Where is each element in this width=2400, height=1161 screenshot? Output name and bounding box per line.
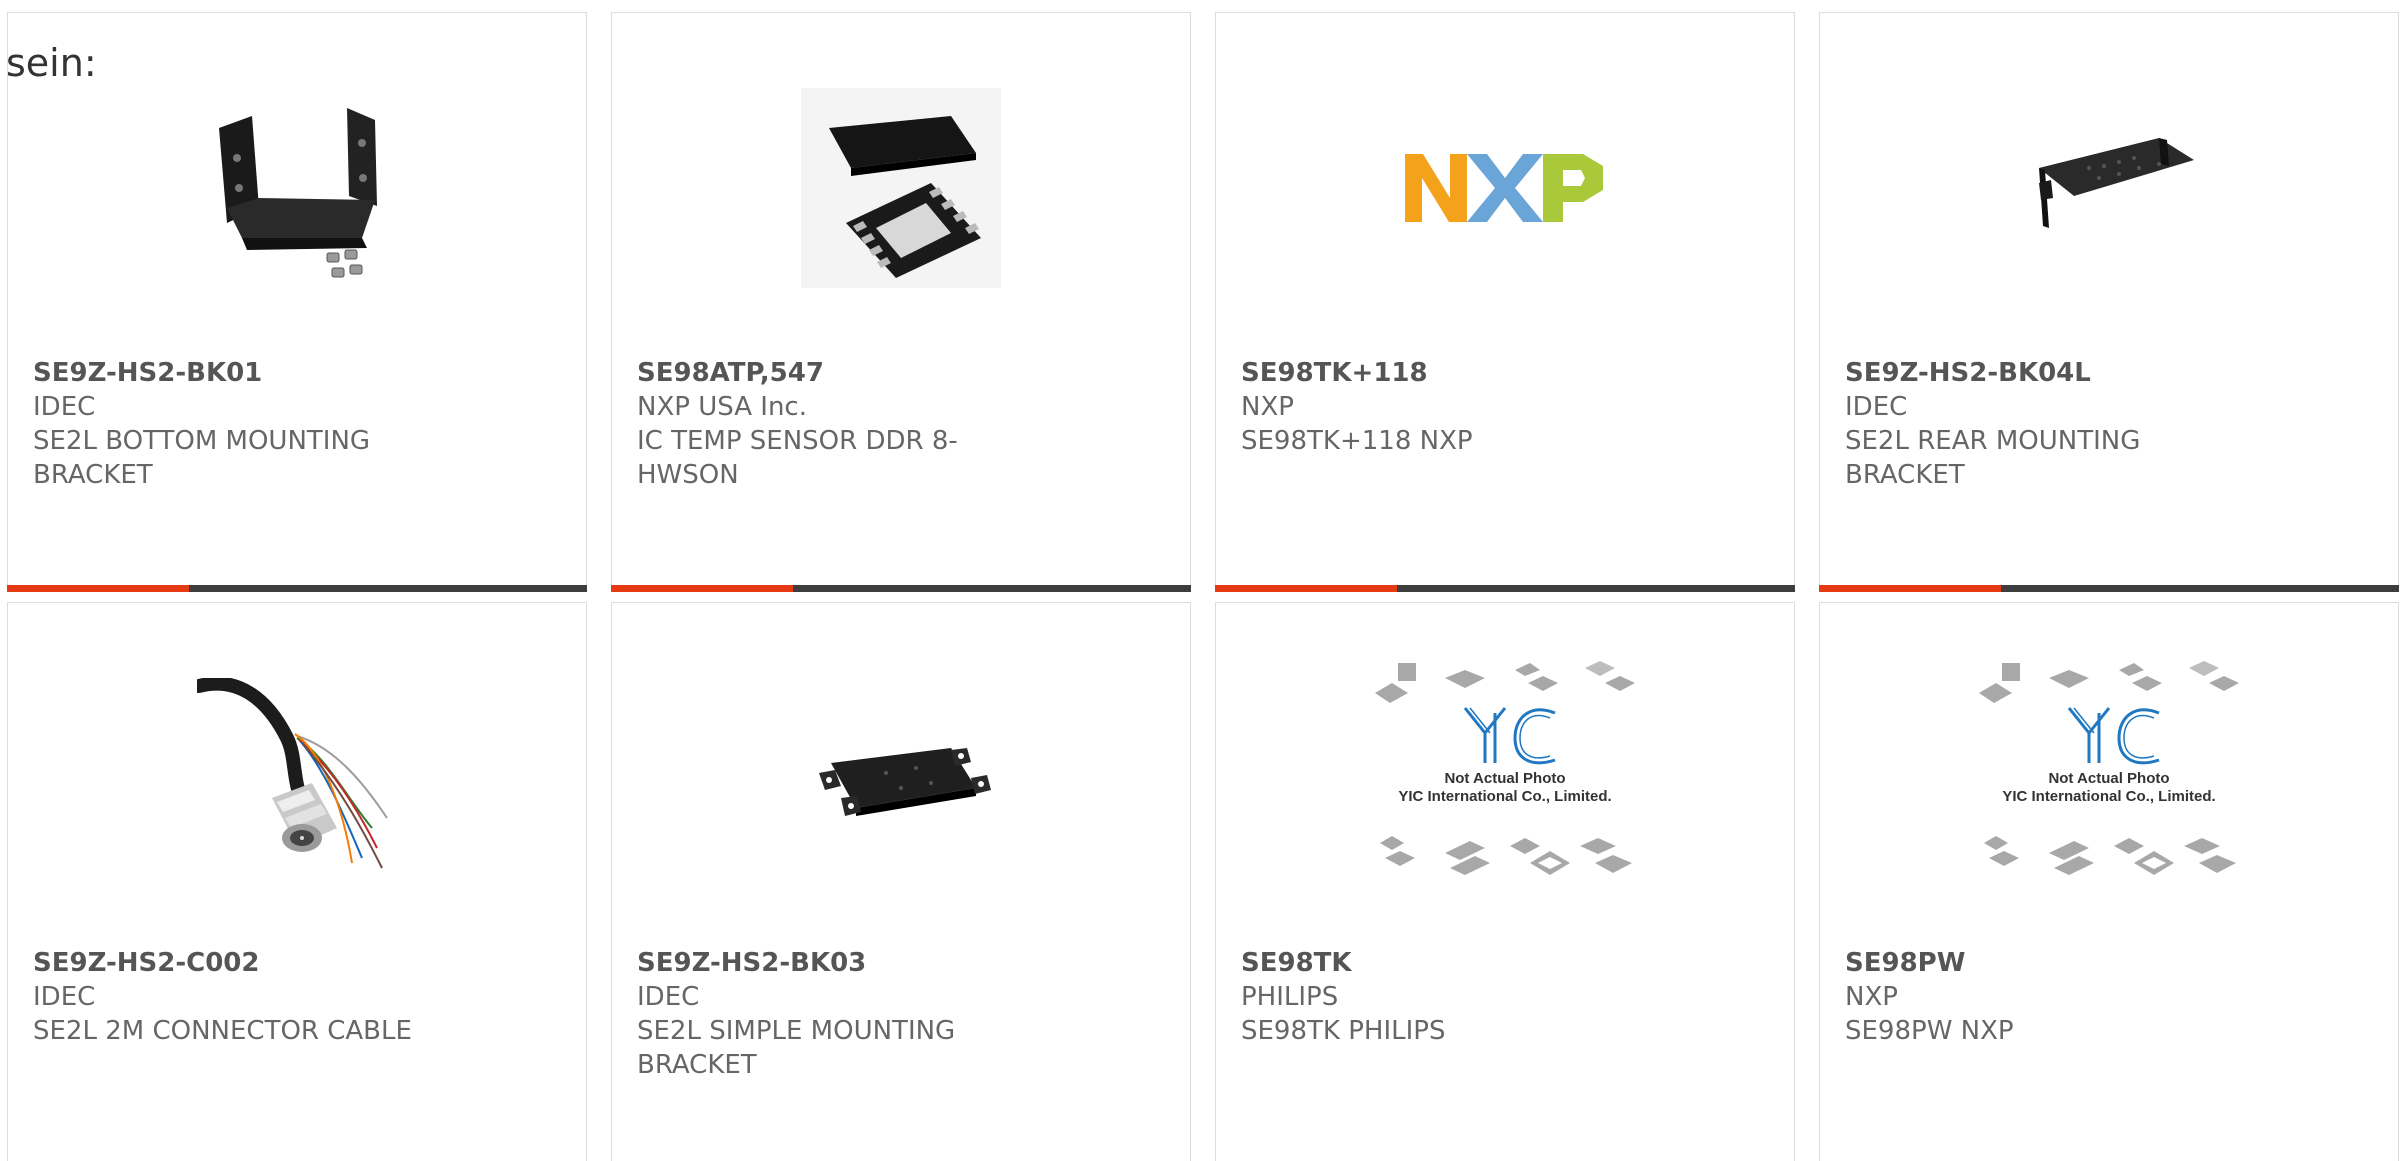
- placeholder-line-1: Not Actual Photo: [2048, 770, 2169, 787]
- description: SE98TK PHILIPS: [1241, 1016, 1446, 1046]
- product-card[interactable]: SE9Z-HS2-BK03 IDEC SE2L SIMPLE MOUNTING …: [611, 602, 1191, 1161]
- product-image[interactable]: [612, 78, 1190, 298]
- manufacturer: NXP: [1241, 392, 1294, 422]
- card-bottom-bar: [611, 585, 1191, 592]
- description: IC TEMP SENSOR DDR 8-HWSON: [637, 426, 958, 490]
- product-image[interactable]: Not Actual Photo YIC International Co., …: [1820, 658, 2398, 898]
- connector-cable-image: [197, 678, 397, 878]
- product-info: SE98TK PHILIPS SE98TK PHILIPS: [1241, 946, 1641, 1048]
- product-image[interactable]: [8, 78, 586, 298]
- bottom-mounting-bracket-image: [197, 88, 397, 288]
- product-card[interactable]: SE9Z-HS2-BK01 IDEC SE2L BOTTOM MOUNTING …: [7, 12, 587, 592]
- part-number[interactable]: SE9Z-HS2-C002: [33, 946, 433, 980]
- product-card[interactable]: Not Actual Photo YIC International Co., …: [1215, 602, 1795, 1161]
- card-bottom-bar: [7, 585, 587, 592]
- product-card[interactable]: SE9Z-HS2-C002 IDEC SE2L 2M CONNECTOR CAB…: [7, 602, 587, 1161]
- product-info: SE98PW NXP SE98PW NXP: [1845, 946, 2245, 1048]
- product-card[interactable]: SE98TK+118 NXP SE98TK+118 NXP: [1215, 12, 1795, 592]
- description: SE2L 2M CONNECTOR CABLE: [33, 1016, 412, 1046]
- card-bar-accent: [1819, 585, 2001, 592]
- product-image[interactable]: [8, 668, 586, 888]
- hwson-chip-image: [801, 88, 1001, 288]
- manufacturer: IDEC: [1845, 392, 1908, 422]
- product-info: SE9Z-HS2-BK04L IDEC SE2L REAR MOUNTING B…: [1845, 356, 2245, 492]
- manufacturer: PHILIPS: [1241, 982, 1339, 1012]
- product-card[interactable]: Not Actual Photo YIC International Co., …: [1819, 602, 2399, 1161]
- part-number[interactable]: SE9Z-HS2-BK01: [33, 356, 433, 390]
- manufacturer: IDEC: [637, 982, 700, 1012]
- simple-mounting-bracket-image: [801, 678, 1001, 878]
- page-heading: sein:: [6, 41, 97, 85]
- placeholder-line-2: YIC International Co., Limited.: [2002, 788, 2215, 805]
- product-info: SE98ATP,547 NXP USA Inc. IC TEMP SENSOR …: [637, 356, 1037, 492]
- rear-mounting-bracket-image: [2009, 88, 2209, 288]
- yic-placeholder-image: Not Actual Photo YIC International Co., …: [1974, 658, 2244, 898]
- description: SE98PW NXP: [1845, 1016, 2014, 1046]
- card-bar-accent: [7, 585, 189, 592]
- product-info: SE9Z-HS2-C002 IDEC SE2L 2M CONNECTOR CAB…: [33, 946, 433, 1048]
- description: SE2L BOTTOM MOUNTING BRACKET: [33, 426, 371, 490]
- product-card[interactable]: SE9Z-HS2-BK04L IDEC SE2L REAR MOUNTING B…: [1819, 12, 2399, 592]
- card-bar-accent: [1215, 585, 1397, 592]
- manufacturer: NXP: [1845, 982, 1898, 1012]
- manufacturer: IDEC: [33, 392, 96, 422]
- manufacturer: IDEC: [33, 982, 96, 1012]
- card-bottom-bar: [1819, 585, 2399, 592]
- card-bottom-bar: [1215, 585, 1795, 592]
- description: SE2L REAR MOUNTING BRACKET: [1845, 426, 2141, 490]
- part-number[interactable]: SE9Z-HS2-BK04L: [1845, 356, 2245, 390]
- placeholder-line-1: Not Actual Photo: [1444, 770, 1565, 787]
- product-image[interactable]: [612, 668, 1190, 888]
- part-number[interactable]: SE98TK: [1241, 946, 1641, 980]
- product-image[interactable]: [1216, 78, 1794, 298]
- yic-placeholder-image: Not Actual Photo YIC International Co., …: [1370, 658, 1640, 898]
- card-bar-accent: [611, 585, 793, 592]
- product-image[interactable]: [1820, 78, 2398, 298]
- part-number[interactable]: SE98TK+118: [1241, 356, 1641, 390]
- product-info: SE9Z-HS2-BK03 IDEC SE2L SIMPLE MOUNTING …: [637, 946, 1037, 1082]
- description: SE98TK+118 NXP: [1241, 426, 1473, 456]
- product-info: SE9Z-HS2-BK01 IDEC SE2L BOTTOM MOUNTING …: [33, 356, 433, 492]
- placeholder-line-2: YIC International Co., Limited.: [1398, 788, 1611, 805]
- part-number[interactable]: SE98PW: [1845, 946, 2245, 980]
- product-grid: SE9Z-HS2-BK01 IDEC SE2L BOTTOM MOUNTING …: [7, 12, 2399, 1161]
- product-grid-page: sein: SE9Z-HS2-BK01 IDEC SE2L BOTTOM MOU…: [0, 0, 2400, 1161]
- part-number[interactable]: SE98ATP,547: [637, 356, 1037, 390]
- product-card[interactable]: SE98ATP,547 NXP USA Inc. IC TEMP SENSOR …: [611, 12, 1191, 592]
- manufacturer: NXP USA Inc.: [637, 392, 807, 422]
- description: SE2L SIMPLE MOUNTING BRACKET: [637, 1016, 956, 1080]
- nxp-logo-image: [1405, 154, 1603, 222]
- product-image[interactable]: Not Actual Photo YIC International Co., …: [1216, 658, 1794, 898]
- part-number[interactable]: SE9Z-HS2-BK03: [637, 946, 1037, 980]
- product-info: SE98TK+118 NXP SE98TK+118 NXP: [1241, 356, 1641, 458]
